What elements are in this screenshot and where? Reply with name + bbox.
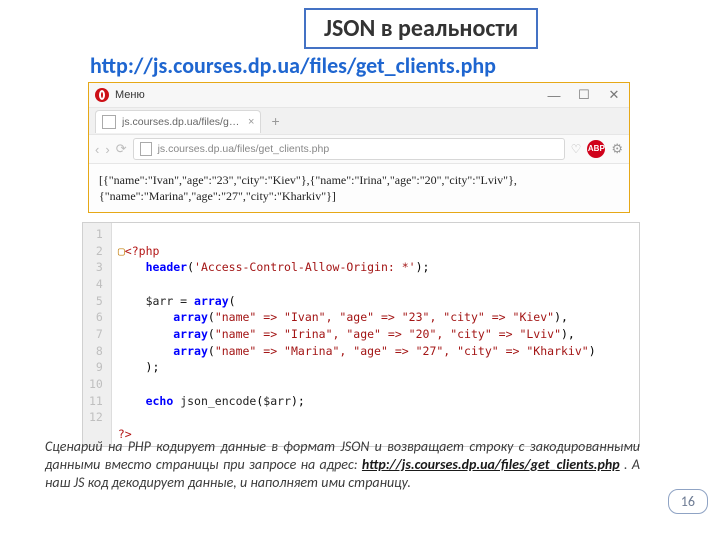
favicon-icon	[102, 115, 116, 129]
window-maximize-button[interactable]: ☐	[569, 87, 599, 103]
page-number: 16	[668, 489, 708, 514]
resource-url: http://js.courses.dp.ua/files/get_client…	[90, 52, 496, 79]
browser-titlebar: Меню — ☐ ✕	[89, 83, 629, 108]
browser-tab[interactable]: js.courses.dp.ua/files/get_... ×	[95, 110, 261, 133]
page-icon	[140, 142, 152, 156]
window-close-button[interactable]: ✕	[599, 87, 629, 103]
opera-logo-icon	[95, 88, 109, 102]
nav-back-icon[interactable]: ‹	[95, 142, 99, 157]
menu-button[interactable]: Меню	[115, 89, 145, 101]
address-row: ‹ › ⟳ js.courses.dp.ua/files/get_clients…	[89, 135, 629, 164]
code-listing: 1 2 3 4 5 6 7 8 9 10 11 12 ▢<?php header…	[82, 222, 640, 447]
tab-close-icon[interactable]: ×	[248, 116, 254, 128]
slide-title: JSON в реальности	[304, 8, 538, 49]
browser-page-content: [{"name":"Ivan","age":"23","city":"Kiev"…	[89, 164, 629, 212]
window-minimize-button[interactable]: —	[539, 88, 569, 103]
tab-title: js.courses.dp.ua/files/get_...	[122, 116, 242, 128]
browser-window: Меню — ☐ ✕ js.courses.dp.ua/files/get_..…	[88, 82, 630, 213]
address-bar[interactable]: js.courses.dp.ua/files/get_clients.php	[133, 138, 565, 160]
slide-caption: Сценарий на PHP кодирует данные в формат…	[45, 438, 640, 492]
address-text: js.courses.dp.ua/files/get_clients.php	[158, 143, 330, 155]
settings-icon[interactable]: ⚙	[611, 141, 623, 157]
line-numbers: 1 2 3 4 5 6 7 8 9 10 11 12	[83, 223, 112, 446]
favorite-icon[interactable]: ♡	[571, 142, 582, 156]
abp-icon[interactable]: ABP	[587, 140, 605, 158]
caption-url: http://js.courses.dp.ua/files/get_client…	[362, 456, 620, 473]
new-tab-button[interactable]: +	[271, 113, 279, 129]
code-body: ▢<?php header('Access-Control-Allow-Orig…	[112, 223, 602, 446]
tab-strip: js.courses.dp.ua/files/get_... × +	[89, 108, 629, 135]
nav-forward-icon[interactable]: ›	[105, 142, 109, 157]
reload-icon[interactable]: ⟳	[116, 141, 127, 157]
